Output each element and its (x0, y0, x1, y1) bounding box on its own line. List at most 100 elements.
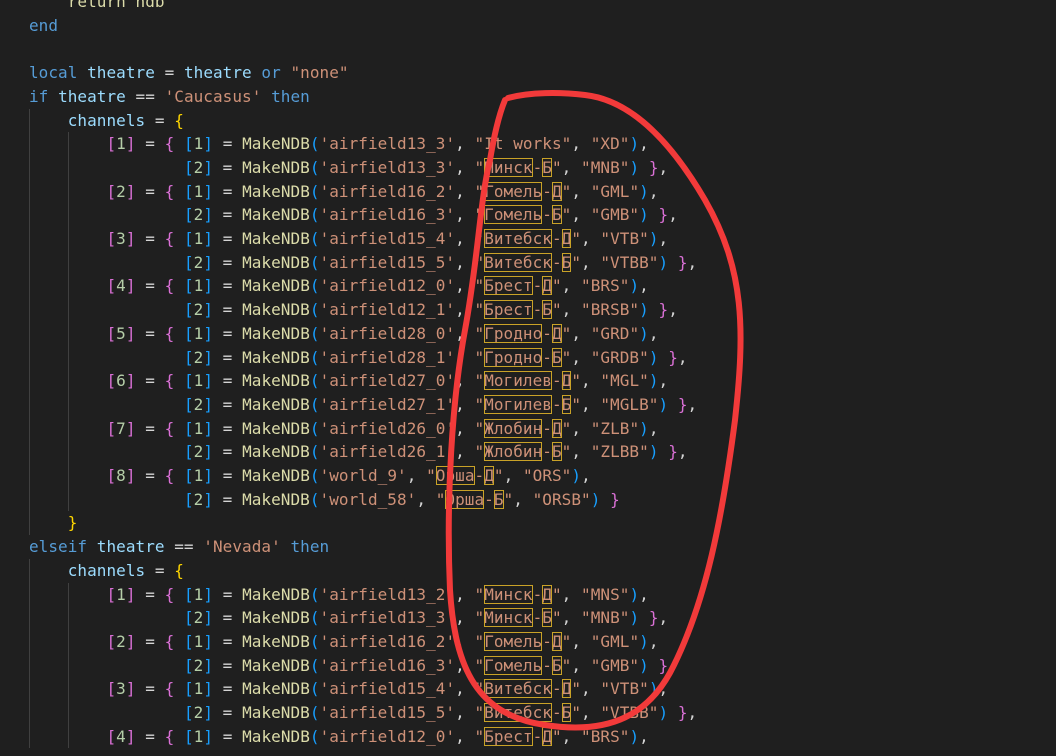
code-token: = (213, 205, 243, 225)
code-token: or (251, 63, 291, 83)
code-token: ) (639, 205, 649, 225)
highlighted-token: Орша (445, 489, 485, 509)
code-token: , (581, 703, 601, 722)
code-token: - (532, 300, 543, 320)
code-token: - (542, 631, 552, 651)
code-token: { (164, 276, 175, 296)
code-token: ) (648, 371, 659, 391)
code-token: } (648, 608, 659, 628)
code-token: , (571, 442, 591, 462)
code-token: channels (67, 560, 146, 580)
code-token: [ (183, 300, 194, 320)
code-token: MakeNDB (242, 584, 310, 604)
code-token: = (135, 371, 165, 391)
code-token: ] (203, 323, 214, 343)
code-token: "none" (290, 63, 349, 83)
code-line: channels = { (29, 559, 184, 583)
highlighted-token: Б (551, 655, 562, 675)
code-token: " (474, 229, 485, 248)
code-token: 1 (193, 229, 204, 248)
code-token: MakeNDB (242, 608, 310, 628)
code-editor[interactable]: return ndb end local theatre = theatre or … (0, 0, 1056, 756)
code-token: = (135, 679, 165, 699)
code-token: , (455, 584, 475, 604)
code-token: MakeNDB (242, 347, 310, 367)
code-token: - (532, 584, 543, 604)
code-line: [2] = MakeNDB('airfield27_1', "Могилев-Б… (29, 393, 697, 417)
code-token: 2 (193, 394, 204, 414)
code-token: = (213, 252, 243, 272)
code-token: [ (106, 726, 117, 746)
code-token: 'world_9' (319, 466, 407, 485)
code-token: 'airfield27_1' (319, 394, 456, 414)
code-token: ( (309, 229, 320, 248)
code-token: 2 (116, 181, 126, 201)
code-token: , (455, 679, 475, 699)
code-token: = (213, 655, 243, 675)
code-token: ) (658, 252, 669, 272)
code-line: elseif theatre == 'Nevada' then (29, 535, 329, 559)
code-token: ) (571, 466, 582, 485)
code-token: ( (309, 323, 320, 343)
code-token: "GRD" (590, 323, 640, 343)
code-token: ) (629, 134, 640, 154)
code-token: , (658, 229, 669, 248)
code-token: } (610, 489, 620, 509)
code-token: - (551, 394, 562, 414)
code-token: , (455, 134, 475, 154)
code-token: " (474, 418, 485, 438)
code-token: " (571, 229, 582, 248)
code-token: then (261, 86, 310, 106)
code-token: ] (125, 134, 136, 154)
code-token: - (551, 679, 562, 699)
code-token: ( (309, 489, 320, 509)
code-token: [ (106, 679, 117, 699)
code-token: 8 (116, 466, 126, 485)
highlighted-token: Б (561, 252, 572, 272)
code-token: ] (203, 300, 213, 320)
code-token: ) (648, 679, 659, 699)
code-token: , (455, 371, 475, 391)
code-token: , (687, 394, 698, 414)
code-token: ( (309, 584, 320, 604)
highlighted-token: Витебск (484, 229, 552, 248)
code-token: [ (183, 418, 194, 438)
code-token: - (474, 466, 485, 485)
code-token: 'airfield28_1' (319, 347, 456, 367)
code-token: " (474, 631, 485, 651)
code-token: ( (309, 608, 320, 628)
code-token: MakeNDB (242, 466, 310, 485)
code-token: 3 (116, 679, 126, 699)
code-token: , (581, 371, 601, 391)
code-token: "ZLBB" (590, 442, 649, 462)
code-token: " (571, 703, 581, 722)
code-line: [4] = { [1] = MakeNDB('airfield12_0', "Б… (29, 725, 649, 749)
code-token: ] (125, 584, 136, 604)
code-line: [5] = { [1] = MakeNDB('airfield28_0', "Г… (29, 322, 659, 346)
code-token: 4 (116, 276, 126, 296)
highlighted-token: Орша (435, 466, 475, 485)
code-token: } (668, 347, 678, 367)
code-token: " (551, 157, 562, 177)
highlighted-token: Жлобин (484, 442, 543, 462)
highlighted-token: Брест (484, 276, 533, 296)
code-token: = (213, 584, 243, 604)
code-token: MakeNDB (242, 276, 310, 296)
code-token: [ (106, 276, 117, 296)
code-token: end (29, 15, 59, 35)
code-token: ] (125, 229, 136, 248)
code-token: ] (203, 394, 213, 414)
code-token: ( (309, 394, 320, 414)
code-token: ] (125, 371, 136, 391)
code-line: [2] = MakeNDB('airfield13_3', "Минск-Б",… (29, 606, 668, 630)
code-token: , (455, 608, 475, 628)
code-line: [2] = MakeNDB('airfield28_1', "Гродно-Б"… (29, 346, 688, 370)
code-token: = (135, 584, 165, 604)
code-token: ] (203, 608, 213, 628)
